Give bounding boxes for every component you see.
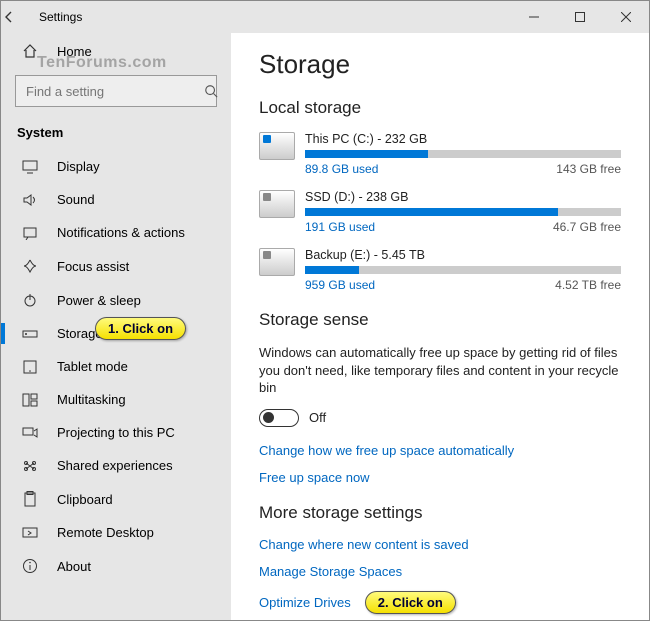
nav-focus-assist[interactable]: Focus assist xyxy=(1,249,231,283)
nav-projecting[interactable]: Projecting to this PC xyxy=(1,416,231,449)
back-button[interactable] xyxy=(1,9,35,25)
notifications-icon xyxy=(21,226,39,240)
drive-icon xyxy=(259,132,295,160)
storage-icon xyxy=(21,328,39,340)
nav-shared-experiences[interactable]: Shared experiences xyxy=(1,449,231,482)
nav-about[interactable]: About xyxy=(1,549,231,583)
search-input-wrap[interactable] xyxy=(15,75,217,107)
nav-notifications[interactable]: Notifications & actions xyxy=(1,216,231,249)
link-storage-spaces[interactable]: Manage Storage Spaces xyxy=(259,564,621,579)
focus-icon xyxy=(21,258,39,274)
tablet-icon xyxy=(21,360,39,374)
home-label: Home xyxy=(57,44,92,59)
projecting-icon xyxy=(21,426,39,440)
callout-2: 2. Click on xyxy=(365,591,456,614)
nav-sound[interactable]: Sound xyxy=(1,183,231,216)
link-change-auto-free[interactable]: Change how we free up space automaticall… xyxy=(259,443,621,458)
remote-icon xyxy=(21,526,39,540)
storage-sense-heading: Storage sense xyxy=(259,310,621,330)
nav-power-sleep[interactable]: Power & sleep xyxy=(1,283,231,317)
nav-clipboard[interactable]: Clipboard xyxy=(1,482,231,516)
link-new-content[interactable]: Change where new content is saved xyxy=(259,537,621,552)
toggle-label: Off xyxy=(309,410,326,425)
nav-tablet-mode[interactable]: Tablet mode xyxy=(1,350,231,383)
multitasking-icon xyxy=(21,393,39,407)
drive-name: SSD (D:) - 238 GB xyxy=(305,190,621,204)
storage-sense-description: Windows can automatically free up space … xyxy=(259,344,621,397)
used-label: 959 GB used xyxy=(305,278,375,292)
nav-remote-desktop[interactable]: Remote Desktop xyxy=(1,516,231,549)
search-input[interactable] xyxy=(24,83,204,100)
more-storage-heading: More storage settings xyxy=(259,503,621,523)
maximize-button[interactable] xyxy=(557,1,603,33)
local-storage-heading: Local storage xyxy=(259,98,621,118)
free-label: 143 GB free xyxy=(556,162,621,176)
nav-list: Display Sound Notifications & actions Fo… xyxy=(1,150,231,583)
storage-sense-toggle[interactable] xyxy=(259,409,299,427)
home-nav[interactable]: Home xyxy=(1,33,231,69)
drive-name: This PC (C:) - 232 GB xyxy=(305,132,621,146)
nav-display[interactable]: Display xyxy=(1,150,231,183)
drive-name: Backup (E:) - 5.45 TB xyxy=(305,248,621,262)
nav-multitasking[interactable]: Multitasking xyxy=(1,383,231,416)
free-label: 4.52 TB free xyxy=(555,278,621,292)
content-pane: Storage Local storage This PC (C:) - 232… xyxy=(231,33,649,620)
about-icon xyxy=(21,558,39,574)
usage-bar xyxy=(305,150,621,158)
usage-bar xyxy=(305,208,621,216)
used-label: 89.8 GB used xyxy=(305,162,378,176)
minimize-button[interactable] xyxy=(511,1,557,33)
used-label: 191 GB used xyxy=(305,220,375,234)
usage-bar xyxy=(305,266,621,274)
section-heading: System xyxy=(1,121,231,150)
sound-icon xyxy=(21,193,39,207)
drive-icon xyxy=(259,190,295,218)
drive-c[interactable]: This PC (C:) - 232 GB 89.8 GB used 143 GB… xyxy=(259,132,621,176)
power-icon xyxy=(21,292,39,308)
shared-icon xyxy=(21,459,39,473)
close-button[interactable] xyxy=(603,1,649,33)
titlebar: Settings xyxy=(1,1,649,33)
drive-e[interactable]: Backup (E:) - 5.45 TB 959 GB used 4.52 TB… xyxy=(259,248,621,292)
window-title: Settings xyxy=(35,10,82,24)
callout-1: 1. Click on xyxy=(95,317,186,340)
free-label: 46.7 GB free xyxy=(553,220,621,234)
page-title: Storage xyxy=(259,49,621,80)
link-optimize-drives[interactable]: Optimize Drives xyxy=(259,595,351,610)
drive-d[interactable]: SSD (D:) - 238 GB 191 GB used 46.7 GB fre… xyxy=(259,190,621,234)
link-free-up-now[interactable]: Free up space now xyxy=(259,470,621,485)
drive-icon xyxy=(259,248,295,276)
display-icon xyxy=(21,160,39,174)
home-icon xyxy=(21,43,39,59)
window-controls xyxy=(511,1,649,33)
search-icon xyxy=(204,84,218,98)
settings-window: Settings TenForums.com 1. Click on Home xyxy=(0,0,650,621)
clipboard-icon xyxy=(21,491,39,507)
